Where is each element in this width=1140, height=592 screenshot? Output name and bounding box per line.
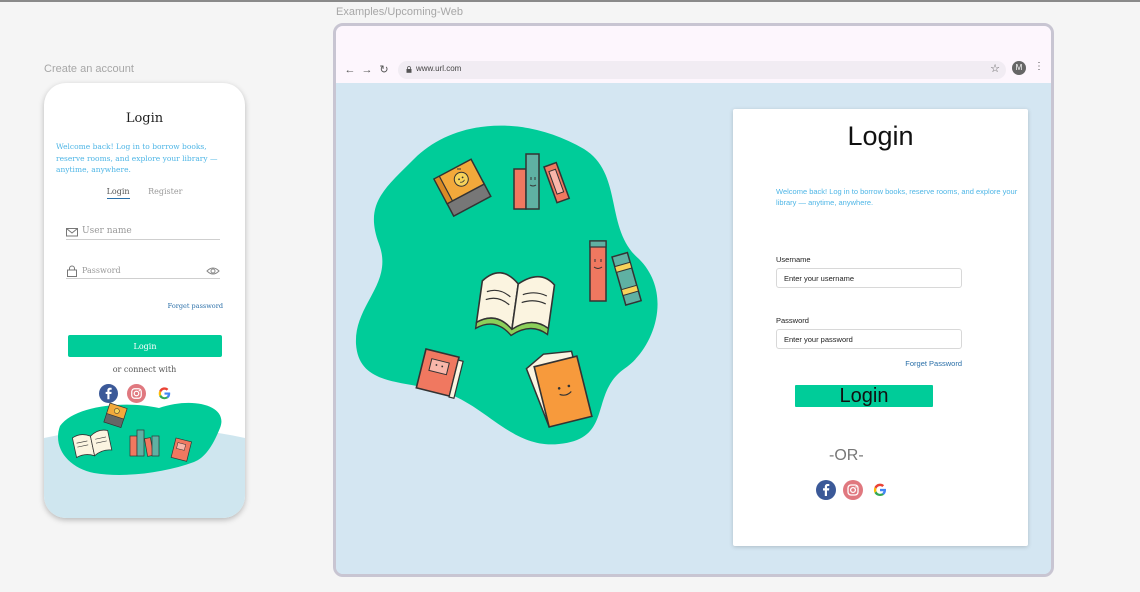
mobile-frame-label: Create an account <box>44 63 134 75</box>
or-divider: -OR- <box>829 447 864 464</box>
google-icon[interactable] <box>870 480 890 500</box>
eye-icon[interactable] <box>206 265 220 277</box>
mobile-books-illustration <box>44 402 245 518</box>
login-button[interactable]: Login <box>795 385 933 407</box>
facebook-icon[interactable] <box>816 480 836 500</box>
url-text: www.url.com <box>416 64 462 73</box>
web-page-content: Login Welcome back! Log in to borrow boo… <box>336 83 1051 574</box>
mobile-or-connect-text: or connect with <box>112 365 177 374</box>
address-bar[interactable]: www.url.com ☆ <box>398 61 1006 79</box>
forget-password-link[interactable]: Forget Password <box>900 359 962 368</box>
profile-avatar[interactable]: M <box>1012 61 1026 75</box>
mobile-login-screen: Login Welcome back! Log in to borrow boo… <box>44 83 245 518</box>
forward-arrow-icon[interactable]: → <box>360 63 374 77</box>
username-label: Username <box>776 255 811 264</box>
lock-icon <box>406 66 412 73</box>
mobile-password-placeholder: Password <box>82 266 121 275</box>
welcome-text: Welcome back! Log in to borrow books, re… <box>776 187 1018 207</box>
reload-icon[interactable]: ↻ <box>377 63 391 77</box>
mail-icon <box>66 228 78 237</box>
mobile-password-field[interactable]: Password <box>66 265 220 279</box>
mobile-page-title: Login <box>125 111 164 126</box>
back-arrow-icon[interactable]: ← <box>343 63 357 77</box>
lock-icon <box>67 265 77 277</box>
instagram-icon[interactable] <box>843 480 863 500</box>
login-card: Login Welcome back! Log in to borrow boo… <box>733 109 1028 546</box>
username-input[interactable] <box>776 268 962 288</box>
mobile-username-field[interactable]: User name <box>66 226 220 240</box>
bookmark-star-icon[interactable]: ☆ <box>990 62 1000 75</box>
mobile-login-button[interactable]: Login <box>68 335 222 357</box>
mobile-welcome-text: Welcome back! Log in to borrow books, re… <box>56 142 218 174</box>
tab-login[interactable]: Login <box>106 187 130 199</box>
browser-titlebar <box>336 26 1051 58</box>
password-label: Password <box>776 316 809 325</box>
mobile-username-placeholder: User name <box>82 226 132 236</box>
page-title: Login <box>847 121 914 151</box>
web-mockup-frame: ← → ↻ www.url.com ☆ M ⋮ Login Welcome ba… <box>333 23 1054 577</box>
mobile-tabs: Login Register <box>44 187 245 199</box>
canvas-top-border <box>0 0 1140 2</box>
password-input[interactable] <box>776 329 962 349</box>
tab-register[interactable]: Register <box>148 187 182 196</box>
books-illustration <box>355 125 658 445</box>
browser-menu-icon[interactable]: ⋮ <box>1034 61 1044 72</box>
web-frame-label: Examples/Upcoming-Web <box>336 6 463 18</box>
mobile-forget-password-link[interactable]: Forget password <box>168 302 223 310</box>
